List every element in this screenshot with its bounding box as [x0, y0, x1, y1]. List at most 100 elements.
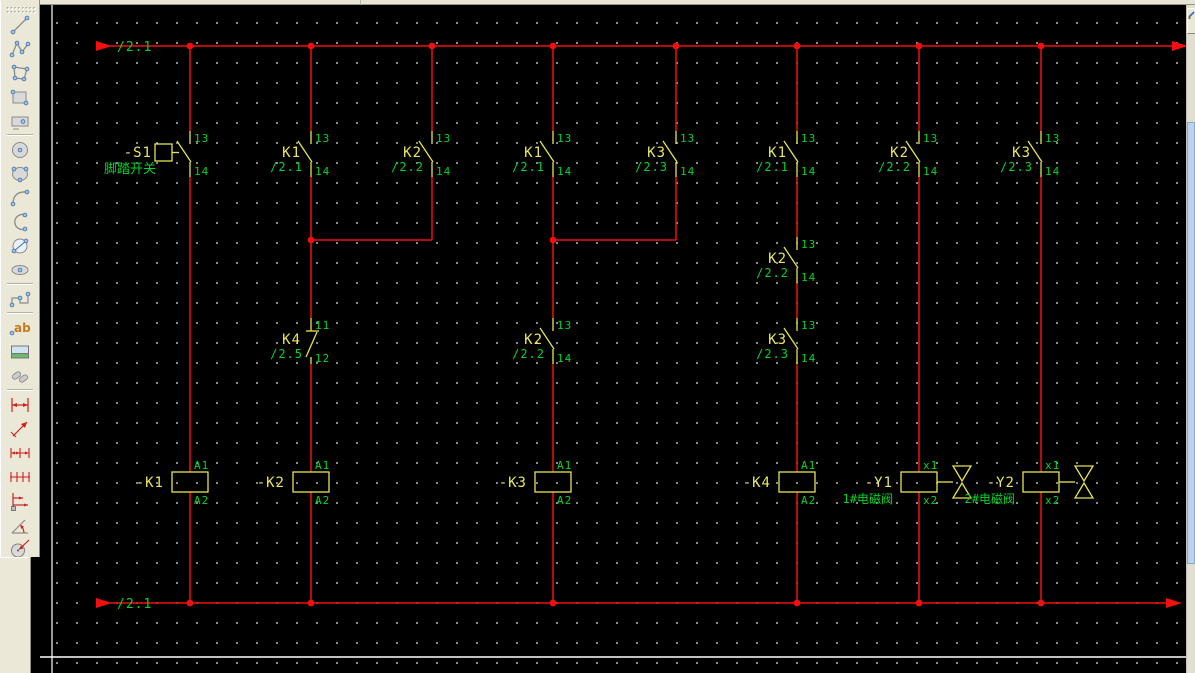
coil-box — [901, 472, 937, 492]
right-scrollbar[interactable] — [1186, 5, 1195, 673]
coil-k1[interactable]: A1A2-K1 — [136, 459, 210, 507]
coil-box — [172, 472, 208, 492]
hyperlink-icon[interactable] — [6, 364, 34, 387]
draw-line-icon[interactable] — [6, 13, 34, 36]
schematic-text: 14 — [801, 352, 816, 365]
scrollbar-thumb[interactable] — [1187, 122, 1195, 564]
schematic-text: K1 — [768, 145, 787, 161]
draw-rectangle-icon[interactable] — [6, 85, 34, 108]
contact-k1-2.1[interactable]: 1314K1/2.1 — [270, 131, 330, 178]
draw-polyline-icon[interactable] — [6, 37, 34, 60]
page-frame — [40, 5, 1186, 673]
contact-k2-2.2[interactable]: 1314K2/2.2 — [391, 131, 451, 178]
coil-box — [293, 472, 329, 492]
schematic-text: K1 — [282, 145, 301, 161]
junction-dot — [429, 43, 436, 50]
schematic-text: A2 — [801, 494, 816, 507]
draw-ellipse-segment-icon[interactable] — [6, 258, 34, 281]
schematic-text: A1 — [557, 459, 572, 472]
valve-symbol — [1075, 466, 1093, 481]
draw-arc-icon[interactable] — [6, 186, 34, 209]
draw-ellipse-arc-icon[interactable] — [6, 234, 34, 257]
contact-k1-2.1[interactable]: 1314K1/2.1 — [512, 131, 572, 178]
contact-k2-2.2[interactable]: 1314K2/2.2 — [756, 237, 816, 284]
schematic-text: 13 — [801, 238, 816, 251]
schematic-text: /2.2 — [391, 160, 424, 174]
schematic-text: K3 — [647, 145, 666, 161]
junction-dot — [308, 237, 315, 244]
toolbar-separator — [7, 134, 33, 136]
contact-k2-2.2[interactable]: 1314K2/2.2 — [878, 131, 938, 178]
coil-k2[interactable]: A1A2-K2 — [257, 459, 331, 507]
contact-k3-2.3[interactable]: 13 14 K3/2.3 — [635, 131, 695, 178]
toolbar-separator — [7, 389, 33, 391]
schematic-text: /2.3 — [635, 160, 668, 174]
coil-y1[interactable]: x1x2-Y11#电磁阀 — [843, 459, 971, 507]
draw-arc-3point-icon[interactable] — [6, 210, 34, 233]
text-icon[interactable]: ab — [6, 316, 34, 339]
schematic-text: x2 — [923, 494, 938, 507]
valve-symbol — [953, 466, 971, 481]
draw-slot-icon[interactable] — [6, 109, 34, 132]
dim-baseline-icon[interactable] — [6, 489, 34, 512]
schematic-text: x1 — [1045, 459, 1060, 472]
bus-arrow-right — [1166, 598, 1182, 608]
coil-y2[interactable]: x1x2-Y22#电磁阀 — [965, 459, 1093, 507]
schematic-text: 13 — [923, 132, 938, 145]
junction-dot — [916, 600, 923, 607]
junction-dot — [794, 600, 801, 607]
image-icon[interactable] — [6, 340, 34, 363]
bus-bottom[interactable]: /2.1 — [96, 597, 1182, 612]
draw-circle-icon[interactable] — [6, 138, 34, 161]
schematic-text: x2 — [1045, 494, 1060, 507]
valve-symbol — [1075, 483, 1093, 498]
contact-k3-2.3[interactable]: 1314K3/2.3 — [756, 318, 816, 365]
schematic-text: A1 — [801, 459, 816, 472]
schematic-text: 14 — [680, 165, 695, 178]
schematic-text: 13 — [557, 319, 572, 332]
schematic-text: /2.5 — [270, 347, 303, 361]
schematic-text: x1 — [923, 459, 938, 472]
draw-connector-icon[interactable] — [6, 287, 34, 310]
schematic-text: K2 — [403, 145, 422, 161]
schematic-text: 13 — [680, 132, 695, 145]
junction-dot — [1038, 43, 1045, 50]
schematic-text: 14 — [801, 271, 816, 284]
coil-k3[interactable]: A1A2-K3 — [499, 459, 573, 507]
dim-continued-icon[interactable] — [6, 465, 34, 488]
dim-aligned-icon[interactable] — [6, 417, 34, 440]
schematic-text: /2.3 — [1000, 160, 1033, 174]
schematic-text: A2 — [557, 494, 572, 507]
dim-linear-icon[interactable] — [6, 393, 34, 416]
schematic-text: /2.1 — [117, 597, 152, 612]
schematic-text: 11 — [315, 319, 330, 332]
toolbar-drag-grip[interactable] — [5, 1, 35, 11]
toolbar-lower-strip — [0, 557, 31, 673]
junction-dot — [550, 600, 557, 607]
coil-box — [1023, 472, 1059, 492]
schematic-text: 14 — [194, 165, 209, 178]
contact-k1-2.1[interactable]: 1314K1/2.1 — [756, 131, 816, 178]
contact-s1[interactable]: 1314-S1脚踏开关 — [104, 131, 209, 178]
contact-k2-2.2[interactable]: 1314K2/2.2 — [512, 318, 572, 365]
junction-dot — [550, 237, 557, 244]
schematic-text: /2.1 — [117, 40, 152, 55]
schematic-text: -Y2 — [987, 475, 1015, 491]
schematic-text: -K2 — [257, 475, 285, 491]
draw-ellipse-icon[interactable] — [6, 162, 34, 185]
dim-chain-icon[interactable] — [6, 441, 34, 464]
schematic-text: 14 — [315, 165, 330, 178]
edit-pencil-icon[interactable] — [1187, 8, 1195, 34]
junction-dot — [308, 600, 315, 607]
schematic-text: A2 — [194, 494, 209, 507]
schematic-text: 12 — [315, 352, 330, 365]
draw-polygon-icon[interactable] — [6, 61, 34, 84]
coil-k4[interactable]: A1A2-K4 — [743, 459, 817, 507]
dim-angle-icon[interactable] — [6, 513, 34, 536]
contact-k4-2.5[interactable]: 1112K4/2.5 — [270, 318, 330, 365]
schematic-text: K2 — [524, 332, 543, 348]
schematic-text: A1 — [194, 459, 209, 472]
contact-k3-2.3[interactable]: 1314K3/2.3 — [1000, 131, 1060, 178]
bus-top[interactable]: /2.1 — [96, 40, 1188, 55]
schematic-text: 13 — [194, 132, 209, 145]
